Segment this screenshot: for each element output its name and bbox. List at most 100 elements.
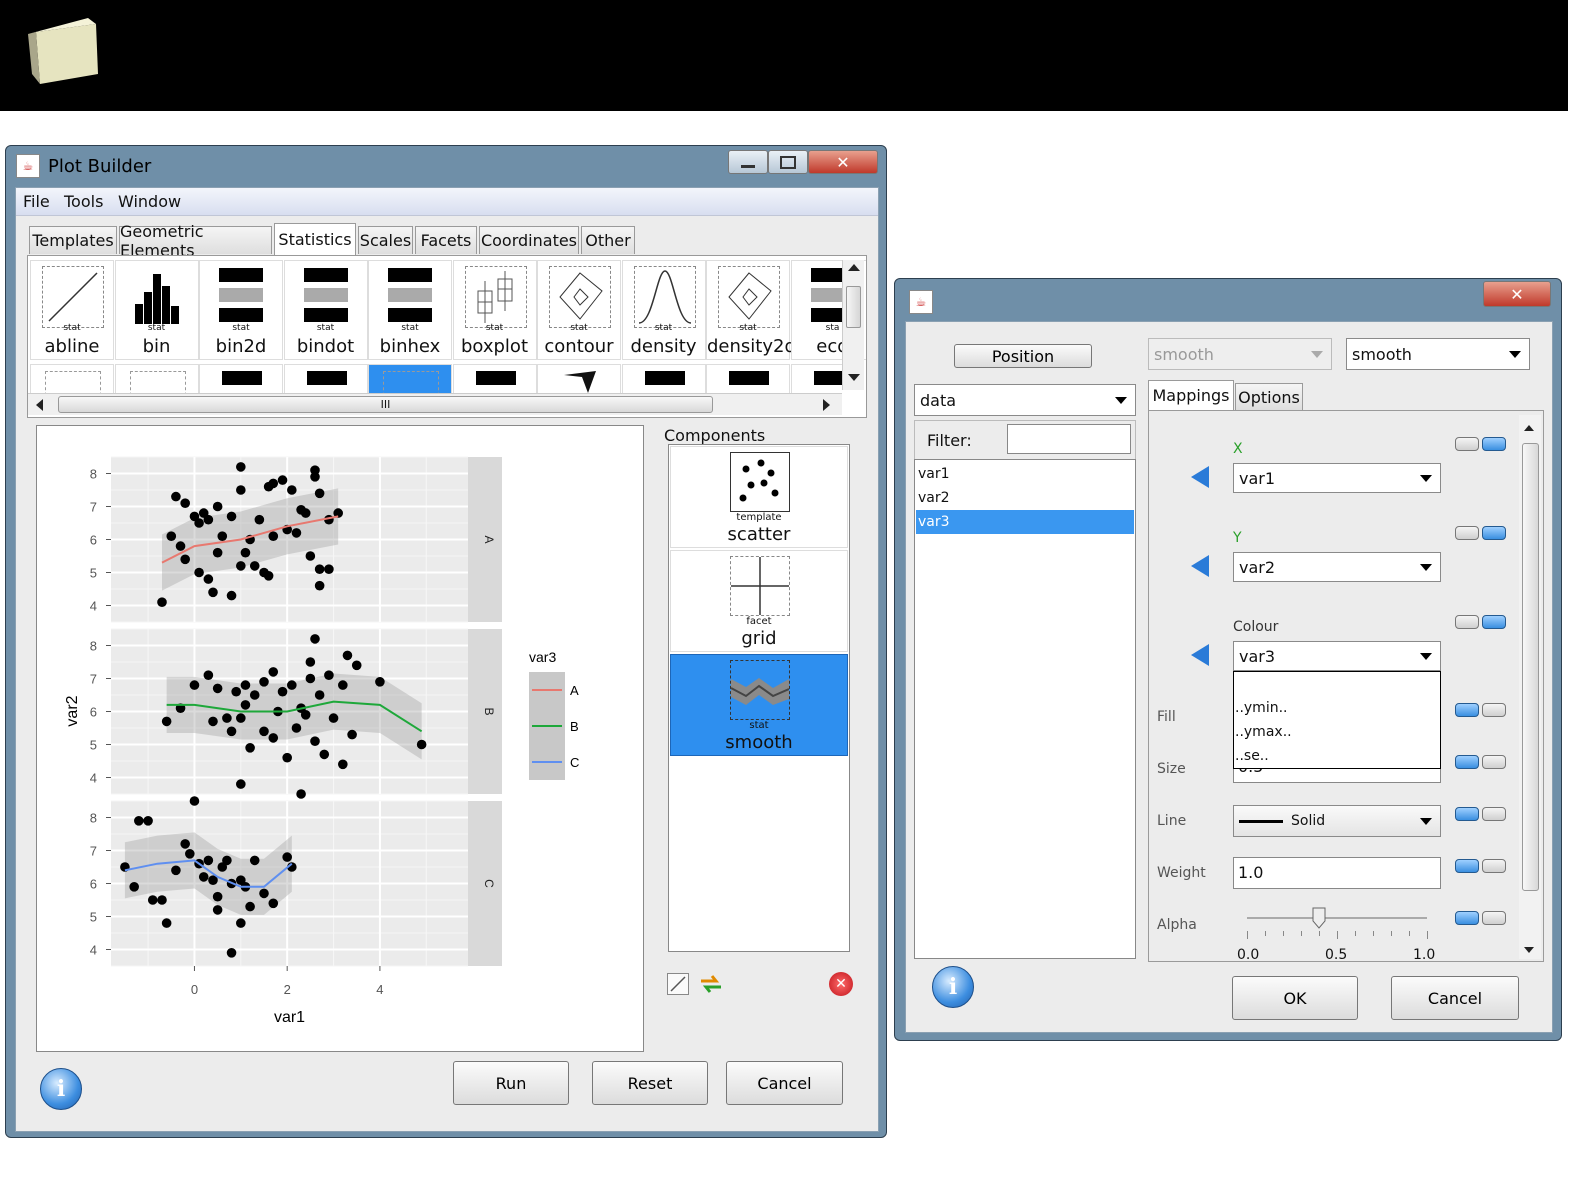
stat-tile-partial[interactable] [199, 364, 283, 394]
tab-statistics[interactable]: Statistics [274, 223, 356, 255]
delete-component-icon[interactable]: ✕ [829, 972, 853, 996]
stat-tile-partial[interactable] [283, 364, 368, 394]
toggle-off[interactable] [1482, 859, 1506, 873]
toggle-on[interactable] [1482, 615, 1506, 629]
stat-tile-bin[interactable]: stat bin [114, 260, 199, 360]
data-point [268, 478, 279, 489]
close-button[interactable]: ✕ [1483, 281, 1551, 307]
toggle-off[interactable] [1455, 615, 1479, 629]
scroll-right-icon[interactable] [823, 399, 830, 411]
variable-item[interactable]: var2 [916, 486, 1134, 510]
assign-variable-icon[interactable] [1191, 466, 1209, 488]
y-mapping-combo[interactable]: var2 [1233, 552, 1441, 582]
assign-variable-icon[interactable] [1191, 644, 1209, 666]
position-button[interactable]: Position [954, 344, 1092, 368]
toggle-off[interactable] [1482, 755, 1506, 769]
stat-tile-boxplot[interactable]: stat boxplot [452, 260, 537, 360]
tab-facets[interactable]: Facets [415, 226, 477, 254]
colour-option[interactable]: ..se.. [1235, 748, 1269, 764]
stat-tile-partial[interactable] [114, 364, 199, 394]
tab-coordinates[interactable]: Coordinates [479, 226, 579, 254]
stat-tile-partial[interactable] [706, 364, 790, 394]
tab-templates[interactable]: Templates [29, 226, 117, 254]
tab-other[interactable]: Other [581, 226, 635, 254]
stat-combo[interactable]: smooth [1346, 338, 1530, 370]
data-point [194, 567, 204, 578]
stat-tile-abline[interactable]: stat abline [30, 260, 114, 360]
menu-file[interactable]: File [23, 192, 50, 211]
colour-option[interactable]: ..ymin.. [1235, 700, 1288, 716]
variable-item-selected[interactable]: var3 [916, 510, 1134, 534]
component-grid[interactable]: facet grid [670, 550, 848, 652]
scroll-down-icon[interactable] [848, 374, 860, 381]
palette-hscrollbar[interactable]: III [28, 393, 842, 415]
close-button[interactable]: ✕ [808, 150, 878, 174]
hscroll-thumb[interactable]: III [58, 396, 713, 413]
alpha-slider-track[interactable] [1247, 917, 1427, 919]
scroll-up-icon[interactable] [848, 264, 860, 271]
stat-tile-row: stat abline stat bin stat bin2d stat bin… [30, 260, 866, 360]
mappings-vscrollbar[interactable] [1519, 415, 1541, 959]
stat-tile-density[interactable]: stat density [621, 260, 706, 360]
stat-tile-partial[interactable] [368, 364, 452, 394]
tab-mappings[interactable]: Mappings [1148, 380, 1234, 410]
stat-tile-partial[interactable] [452, 364, 537, 394]
tab-geometric-elements[interactable]: Geometric Elements [119, 222, 272, 260]
toggle-on[interactable] [1455, 755, 1479, 769]
scroll-up-icon[interactable] [1524, 425, 1534, 431]
data-point [259, 677, 269, 687]
menu-tools[interactable]: Tools [64, 192, 103, 211]
stat-tile-density2d[interactable]: stat density2d [706, 260, 796, 360]
toggle-on[interactable] [1455, 911, 1479, 925]
stat-tile-partial[interactable] [621, 364, 706, 394]
x-mapping-combo[interactable]: var1 [1233, 463, 1441, 493]
stat-tile-binhex[interactable]: stat binhex [368, 260, 452, 360]
toggle-on[interactable] [1455, 807, 1479, 821]
menu-window[interactable]: Window [118, 192, 181, 211]
line-type-combo[interactable]: Solid [1233, 805, 1441, 837]
cancel-button[interactable]: Cancel [726, 1061, 843, 1105]
filter-input[interactable] [1007, 424, 1131, 454]
toggle-off[interactable] [1482, 807, 1506, 821]
scatter-icon [730, 452, 790, 512]
vscroll-thumb[interactable] [1522, 443, 1539, 891]
maximize-button[interactable] [768, 150, 808, 174]
stat-tile-bin2d[interactable]: stat bin2d [199, 260, 283, 360]
tab-options[interactable]: Options [1235, 383, 1303, 410]
palette-vscrollbar[interactable] [842, 260, 864, 390]
edit-component-icon[interactable] [667, 973, 689, 995]
info-icon[interactable]: i [40, 1068, 82, 1110]
ok-button[interactable]: OK [1232, 976, 1358, 1020]
stat-tile-partial[interactable] [30, 364, 114, 394]
component-smooth[interactable]: stat smooth [670, 654, 848, 756]
toggle-on[interactable] [1482, 437, 1506, 451]
toggle-on[interactable] [1455, 703, 1479, 717]
colour-option[interactable]: ..ymax.. [1235, 724, 1292, 740]
toggle-off[interactable] [1455, 526, 1479, 540]
alpha-slider-thumb[interactable] [1312, 907, 1326, 929]
scroll-left-icon[interactable] [36, 399, 43, 411]
stat-tile-bindot[interactable]: stat bindot [283, 260, 368, 360]
toggle-off[interactable] [1482, 703, 1506, 717]
scroll-down-icon[interactable] [1524, 947, 1534, 953]
toggle-on[interactable] [1482, 526, 1506, 540]
toggle-off[interactable] [1482, 911, 1506, 925]
toggle-on[interactable] [1455, 859, 1479, 873]
tab-scales[interactable]: Scales [358, 226, 413, 254]
variable-item[interactable]: var1 [916, 462, 1134, 486]
minimize-button[interactable] [728, 150, 768, 174]
cancel-button[interactable]: Cancel [1391, 976, 1519, 1020]
stat-tile-contour[interactable]: stat contour [537, 260, 621, 360]
vscroll-thumb[interactable] [846, 286, 861, 328]
assign-variable-icon[interactable] [1191, 555, 1209, 577]
weight-input[interactable]: 1.0 [1233, 857, 1441, 889]
component-scatter[interactable]: template scatter [670, 446, 848, 548]
colour-mapping-combo[interactable]: var3 [1233, 641, 1441, 671]
info-icon[interactable]: i [932, 966, 974, 1008]
run-button[interactable]: Run [453, 1061, 569, 1105]
stat-tile-partial[interactable] [537, 364, 621, 394]
data-source-combo[interactable]: data [914, 384, 1136, 416]
swap-icon[interactable] [698, 972, 724, 996]
toggle-off[interactable] [1455, 437, 1479, 451]
reset-button[interactable]: Reset [592, 1061, 708, 1105]
